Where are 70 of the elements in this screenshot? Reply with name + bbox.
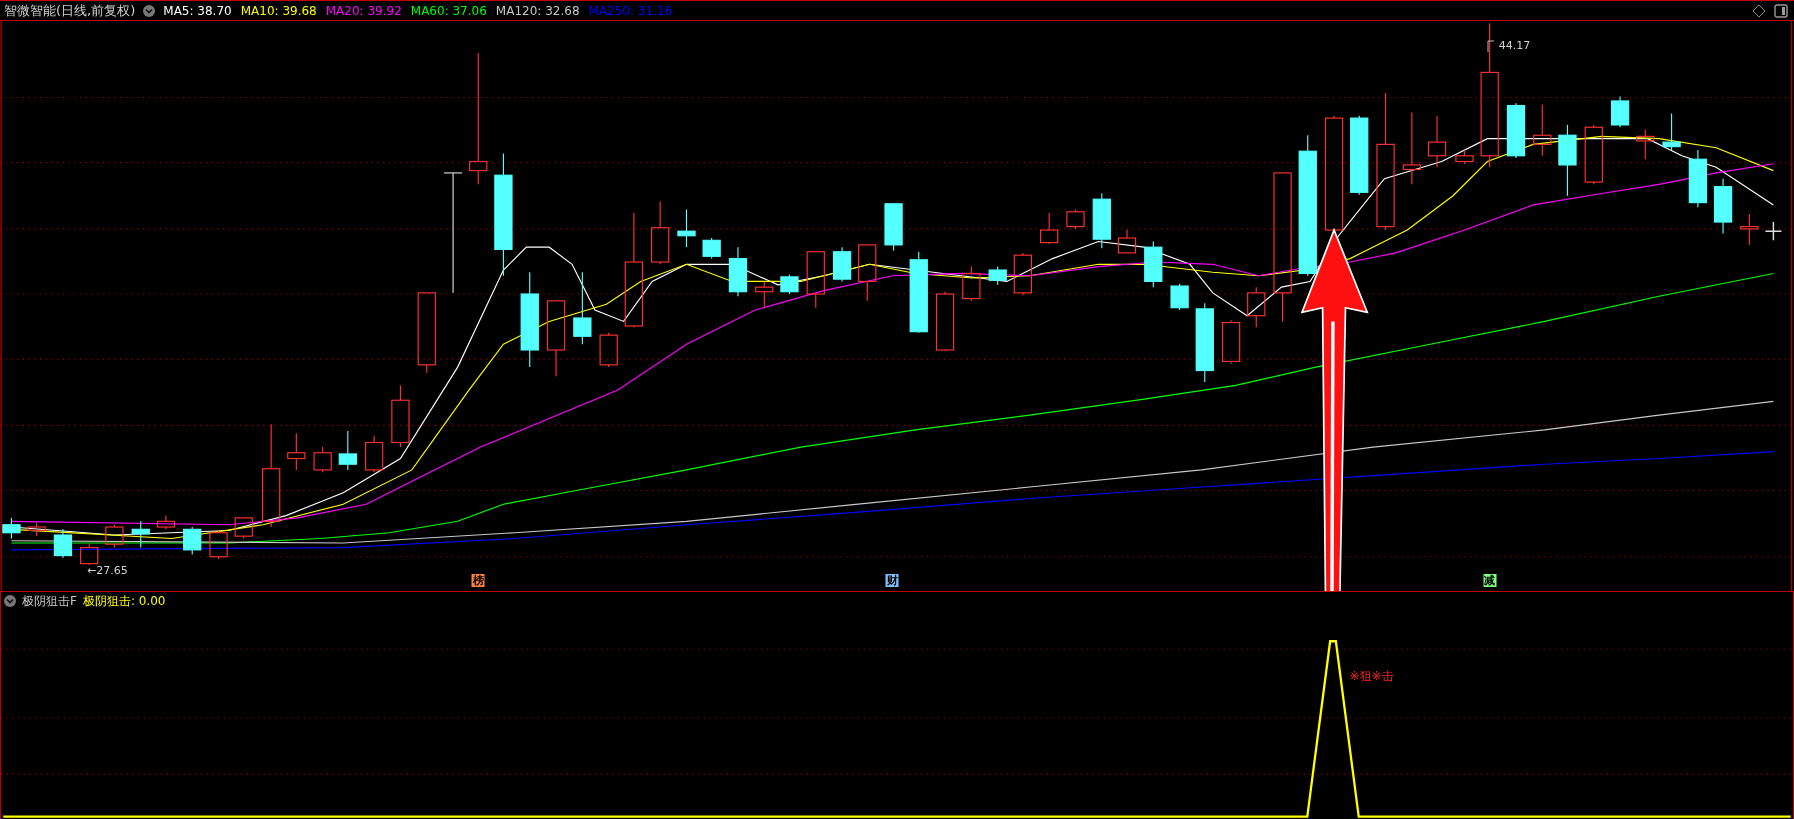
- chart-title: 智微智能(日线,前复权): [4, 1, 136, 20]
- candlestick: [1584, 124, 1603, 185]
- candlestick: [313, 446, 332, 473]
- candlestick: [1066, 208, 1085, 230]
- candlestick: [1688, 149, 1708, 208]
- indicator-reading: MA250: 31.16: [588, 3, 673, 18]
- candlestick: [832, 246, 852, 282]
- candlestick: [728, 246, 748, 297]
- candlestick: [755, 280, 774, 309]
- candlestick: [1610, 95, 1630, 128]
- indicator-reading: MA60: 37.06: [410, 3, 487, 18]
- high-price-label: 44.17: [1498, 39, 1531, 52]
- indicator-reading: MA5: 38.70: [163, 3, 232, 18]
- candlestick: [1713, 178, 1733, 235]
- candlestick: [80, 543, 99, 566]
- candlestick: [1533, 103, 1552, 157]
- candlestick: [1427, 115, 1447, 168]
- candlestick: [806, 251, 825, 309]
- candlestick: [391, 384, 410, 448]
- candlestick: [1740, 213, 1759, 246]
- indicator-reading: MA20: 39.92: [325, 3, 402, 18]
- candlestick: [858, 244, 877, 302]
- candlestick: [156, 515, 176, 530]
- low-price-label: ←27.65: [86, 564, 128, 577]
- crosshair-icon: [1764, 221, 1783, 242]
- candlestick: [935, 291, 955, 352]
- signal-label: 减: [1483, 574, 1497, 587]
- panel-toggle-icon[interactable]: [1774, 3, 1788, 18]
- indicator-reading: 极阴狙击: 0.00: [82, 592, 166, 610]
- candlestick: [962, 266, 981, 302]
- candlestick: [651, 200, 670, 265]
- indicator-reading: MA120: 32.68: [495, 3, 580, 18]
- candlestick: [1170, 283, 1189, 311]
- candlestick: [1013, 252, 1032, 296]
- candlestick: [2, 517, 21, 540]
- candlestick: [1221, 319, 1241, 365]
- candlestick: [27, 521, 46, 537]
- candlestick: [131, 520, 150, 549]
- candlestick: [1092, 192, 1111, 249]
- signal-text: ※狙※击: [1349, 668, 1394, 685]
- candlestick: [1117, 229, 1137, 254]
- candlestick: [1455, 149, 1474, 165]
- candlestick: [1144, 240, 1163, 288]
- candlestick: [1040, 212, 1059, 245]
- candlestick: [599, 332, 618, 368]
- signal-label: 财: [885, 574, 899, 587]
- dropdown-icon[interactable]: [4, 595, 16, 607]
- candlestick: [183, 526, 202, 556]
- candlestick: [1506, 102, 1526, 159]
- candlestick: [234, 517, 253, 540]
- indicator-reading: MA10: 39.68: [240, 3, 317, 18]
- candlestick: [209, 529, 228, 560]
- candlestick: [1247, 286, 1266, 328]
- candlestick: [1636, 128, 1655, 160]
- diamond-icon[interactable]: [1752, 3, 1766, 18]
- candlestick: [53, 528, 73, 559]
- candlestick: [105, 524, 124, 549]
- candlestick: [884, 203, 903, 252]
- signal-label: 榜: [471, 574, 485, 587]
- candlestick: [988, 266, 1007, 286]
- candlestick: [338, 430, 357, 471]
- candlestick: [1662, 112, 1681, 151]
- leader-line: [1487, 40, 1496, 52]
- candlestick: [780, 274, 799, 295]
- candlestick: [702, 237, 721, 260]
- dropdown-icon[interactable]: [143, 4, 156, 17]
- candlestick: [677, 208, 696, 248]
- indicator-name: 极阴狙击F: [22, 592, 77, 610]
- candlestick: [287, 432, 306, 471]
- candlestick: [365, 435, 384, 473]
